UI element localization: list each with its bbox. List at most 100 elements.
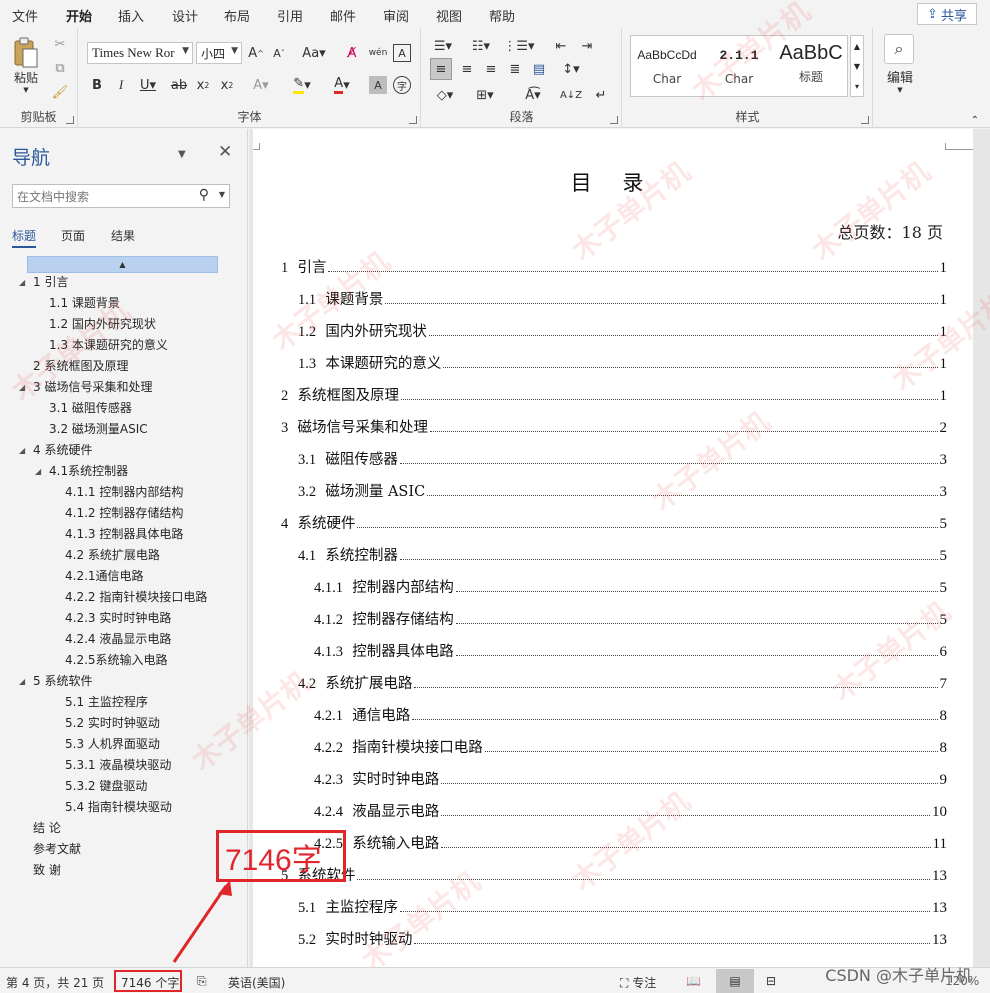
- find-icon[interactable]: ⌕: [884, 34, 914, 64]
- subscript-icon[interactable]: x2: [193, 74, 213, 96]
- expand-triangle-icon[interactable]: ◢: [19, 440, 25, 461]
- nav-heading-item[interactable]: 1.1 课题背景: [49, 293, 120, 314]
- document-page[interactable]: 目 录 总页数：18 页 1 引言 1 1.1 课题背景 1 1.2 国内外研究现状 1 1…: [253, 129, 973, 967]
- proofing-icon[interactable]: ⎘: [197, 974, 207, 989]
- nav-tab-results[interactable]: 结果: [111, 227, 135, 244]
- increase-indent-icon[interactable]: ⇥: [576, 36, 598, 56]
- toc-entry[interactable]: 5 系统软件 13: [281, 861, 947, 885]
- nav-heading-item[interactable]: 5.3.2 键盘驱动: [65, 776, 147, 797]
- language[interactable]: 英语(美国): [228, 974, 285, 991]
- toc-entry[interactable]: 4.2.3 实时时钟电路 9: [314, 765, 947, 789]
- nav-heading-item[interactable]: 4.1.2 控制器存储结构: [65, 503, 183, 524]
- styles-launcher-icon[interactable]: [861, 116, 869, 124]
- nav-heading-item[interactable]: 4.2.1通信电路: [65, 566, 144, 587]
- nav-heading-item[interactable]: 结 论: [33, 818, 61, 839]
- font-launcher-icon[interactable]: [409, 116, 417, 124]
- toc-entry[interactable]: 4.1.2 控制器存储结构 5: [314, 605, 947, 629]
- align-center-icon[interactable]: ≡: [456, 58, 478, 80]
- decrease-indent-icon[interactable]: ⇤: [550, 36, 572, 56]
- grow-font-icon[interactable]: A ^: [246, 42, 266, 64]
- toc-entry[interactable]: 1.1 课题背景 1: [298, 285, 947, 309]
- nav-heading-item[interactable]: 参考文献: [33, 839, 81, 860]
- phonetic-guide-icon[interactable]: wén: [367, 42, 389, 64]
- nav-heading-item[interactable]: 3.1 磁阻传感器: [49, 398, 132, 419]
- styles-scroll[interactable]: ▲ ▼ ▾: [850, 35, 864, 97]
- justify-icon[interactable]: ≣: [504, 58, 526, 80]
- line-spacing-icon[interactable]: ↕▾: [556, 58, 586, 80]
- chevron-down-icon[interactable]: ▼: [854, 62, 860, 71]
- nav-heading-item[interactable]: 4.2.3 实时时钟电路: [65, 608, 171, 629]
- show-marks-icon[interactable]: ↵: [590, 84, 612, 106]
- text-effects-icon[interactable]: A▾: [247, 74, 275, 96]
- nav-tab-headings[interactable]: 标题: [12, 227, 37, 248]
- nav-heading-item[interactable]: 致 谢: [33, 860, 61, 881]
- nav-heading-item[interactable]: 4.2 系统扩展电路: [65, 545, 160, 566]
- nav-heading-item[interactable]: ◢ 5 系统软件: [19, 671, 92, 692]
- nav-heading-item[interactable]: 1.3 本课题研究的意义: [49, 335, 168, 356]
- expand-triangle-icon[interactable]: ◢: [19, 377, 25, 398]
- word-count[interactable]: 7146 个字: [121, 974, 179, 991]
- multilevel-list-icon[interactable]: ⋮☰▾: [503, 36, 534, 56]
- font-size-combo[interactable]: 小四 ▼: [196, 42, 242, 64]
- more-icon[interactable]: ▾: [855, 82, 859, 91]
- shrink-font-icon[interactable]: Aˇ: [269, 42, 289, 64]
- bold-icon[interactable]: B: [87, 74, 107, 96]
- nav-heading-item[interactable]: 4.1.3 控制器具体电路: [65, 524, 183, 545]
- close-icon[interactable]: ✕: [218, 142, 232, 162]
- toc-entry[interactable]: 1.3 本课题研究的意义 1: [298, 349, 947, 373]
- nav-heading-item[interactable]: 5.1 主监控程序: [65, 692, 148, 713]
- toc-entry[interactable]: 4.1.3 控制器具体电路 6: [314, 637, 947, 661]
- toc-entry[interactable]: 2 系统框图及原理 1: [281, 381, 947, 405]
- toc-entry[interactable]: 4.2.1 通信电路 8: [314, 701, 947, 725]
- nav-heading-item[interactable]: 2 系统框图及原理: [33, 356, 128, 377]
- tab-view[interactable]: 视图: [436, 6, 462, 25]
- nav-heading-item[interactable]: 5.3 人机界面驱动: [65, 734, 160, 755]
- chevron-down-icon[interactable]: ▼: [892, 84, 908, 96]
- nav-heading-item[interactable]: 5.2 实时时钟驱动: [65, 713, 160, 734]
- nav-heading-item[interactable]: ◢ 1 引言: [19, 272, 68, 293]
- nav-scroll-up-bar[interactable]: ▲: [27, 256, 218, 273]
- cut-icon[interactable]: ✂: [50, 34, 70, 54]
- tab-insert[interactable]: 插入: [118, 6, 144, 25]
- collapse-ribbon-icon[interactable]: ⌃: [968, 114, 982, 126]
- document-area[interactable]: 目 录 总页数：18 页 1 引言 1 1.1 课题背景 1 1.2 国内外研究现状 1 1…: [249, 129, 990, 967]
- clear-formatting-icon[interactable]: A̸: [341, 42, 363, 64]
- style-item[interactable]: 2.1.1 Char: [703, 36, 775, 96]
- nav-heading-item[interactable]: 1.2 国内外研究现状: [49, 314, 156, 335]
- toc-entry[interactable]: 4.2.5 系统输入电路 11: [314, 829, 947, 853]
- toc-entry[interactable]: 4.2 系统扩展电路 7: [298, 669, 947, 693]
- style-item[interactable]: AaBbCcDd Char: [631, 36, 703, 96]
- toc-entry[interactable]: 3 磁场信号采集和处理 2: [281, 413, 947, 437]
- editing-button[interactable]: 编辑: [880, 66, 920, 86]
- read-mode-icon[interactable]: 📖: [686, 974, 701, 988]
- font-name-combo[interactable]: Times New Ror ▼: [87, 42, 193, 64]
- toc-entry[interactable]: 1.2 国内外研究现状 1: [298, 317, 947, 341]
- shading-icon[interactable]: ◇▾: [430, 84, 460, 106]
- print-layout-icon[interactable]: ▤: [716, 969, 754, 993]
- tab-mailings[interactable]: 邮件: [330, 6, 356, 25]
- tab-home[interactable]: 开始: [66, 6, 93, 31]
- align-left-icon[interactable]: ≡: [430, 58, 452, 80]
- nav-heading-item[interactable]: 4.2.4 液晶显示电路: [65, 629, 171, 650]
- style-item[interactable]: AaBbC 标题: [775, 36, 847, 96]
- tab-review[interactable]: 审阅: [383, 6, 409, 25]
- character-border-icon[interactable]: A: [393, 44, 411, 62]
- strikethrough-icon[interactable]: ab: [169, 74, 189, 96]
- nav-heading-item[interactable]: ◢ 4 系统硬件: [19, 440, 92, 461]
- focus-mode-button[interactable]: ⛶ 专注: [620, 974, 656, 991]
- nav-heading-item[interactable]: 4.2.5系统输入电路: [65, 650, 168, 671]
- tab-design[interactable]: 设计: [172, 6, 198, 25]
- chevron-down-icon[interactable]: ▼: [219, 190, 225, 199]
- paste-button[interactable]: 粘贴 ▼: [8, 34, 44, 96]
- character-shading-icon[interactable]: A: [369, 76, 387, 94]
- distribute-icon[interactable]: ▤: [528, 58, 550, 80]
- nav-heading-item[interactable]: 5.3.1 液晶模块驱动: [65, 755, 171, 776]
- format-painter-icon[interactable]: 🖌: [50, 82, 70, 102]
- chinese-layout-icon[interactable]: A͡▾: [518, 84, 548, 106]
- nav-heading-item[interactable]: 4.1.1 控制器内部结构: [65, 482, 183, 503]
- tab-layout[interactable]: 布局: [224, 6, 250, 25]
- nav-tab-pages[interactable]: 页面: [61, 227, 85, 244]
- align-right-icon[interactable]: ≡: [480, 58, 502, 80]
- page-info[interactable]: 第 4 页，共 21 页: [6, 974, 104, 991]
- superscript-icon[interactable]: x2: [217, 74, 237, 96]
